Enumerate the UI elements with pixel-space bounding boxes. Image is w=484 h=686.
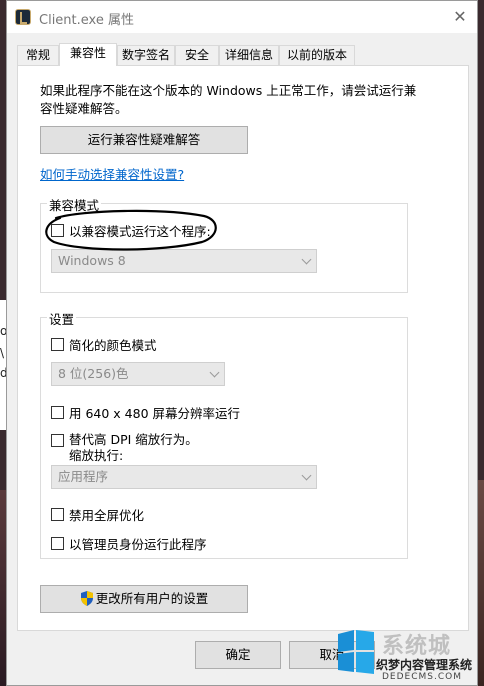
site-watermark: 系统城 织梦内容管理系统 DEDECMS.COM <box>334 626 484 686</box>
tab-previous-versions[interactable]: 以前的版本 <box>279 45 355 65</box>
tab-compatibility[interactable]: 兼容性 <box>59 43 117 66</box>
chevron-down-icon <box>301 470 312 481</box>
settings-group-label: 设置 <box>47 309 77 328</box>
reduced-color-checkbox[interactable] <box>51 338 64 351</box>
watermark-line2: 织梦内容管理系统 <box>376 658 473 672</box>
dpi-scaling-select[interactable]: 应用程序 <box>51 465 317 489</box>
window-title: Client.exe 属性 <box>39 13 134 28</box>
app-icon <box>15 9 31 25</box>
disable-fullscreen-checkbox[interactable] <box>51 508 64 521</box>
tab-general[interactable]: 常规 <box>17 45 59 65</box>
watermark-logo-icon <box>338 630 374 674</box>
compatibility-panel: 如果此程序不能在这个版本的 Windows 上正常工作，请尝试运行兼容性疑难解答… <box>17 65 469 631</box>
background-text-fragment: \ <box>0 346 5 360</box>
uac-shield-icon <box>80 591 93 606</box>
annotation-circle <box>45 209 217 251</box>
ok-button[interactable]: 确定 <box>195 641 281 669</box>
tab-digital-signatures[interactable]: 数字签名 <box>117 45 175 65</box>
dpi-override-sub-label: 缩放执行: <box>69 448 124 463</box>
title-bar[interactable]: Client.exe 属性 ✕ <box>7 1 477 33</box>
properties-dialog: Client.exe 属性 ✕ 常规 兼容性 数字签名 安全 详细信息 以前的版… <box>6 0 478 686</box>
run-as-admin-label[interactable]: 以管理员身份运行此程序 <box>69 534 207 553</box>
res-640-label[interactable]: 用 640 x 480 屏幕分辨率运行 <box>69 403 240 422</box>
color-depth-select[interactable]: 8 位(256)色 <box>51 362 225 386</box>
chevron-down-icon <box>209 367 220 378</box>
reduced-color-label[interactable]: 简化的颜色模式 <box>69 335 157 354</box>
change-all-users-label: 更改所有用户的设置 <box>95 591 209 606</box>
settings-group: 设置 简化的颜色模式 8 位(256)色 用 640 x 480 屏幕分辨率运行… <box>40 309 408 559</box>
run-as-admin-checkbox[interactable] <box>51 537 64 550</box>
manual-settings-link[interactable]: 如何手动选择兼容性设置? <box>40 164 184 183</box>
tab-security[interactable]: 安全 <box>175 45 219 65</box>
dpi-override-checkbox[interactable] <box>51 434 64 447</box>
run-troubleshooter-button[interactable]: 运行兼容性疑难解答 <box>40 126 248 154</box>
res-640-checkbox[interactable] <box>51 406 64 419</box>
intro-text: 如果此程序不能在这个版本的 Windows 上正常工作，请尝试运行兼容性疑难解答… <box>40 83 417 116</box>
color-depth-value: 8 位(256)色 <box>58 366 129 381</box>
tab-details[interactable]: 详细信息 <box>219 45 279 65</box>
chevron-down-icon <box>301 254 312 265</box>
watermark-line3: DEDECMS.COM <box>382 672 462 682</box>
disable-fullscreen-label[interactable]: 禁用全屏优化 <box>69 505 144 524</box>
close-button[interactable]: ✕ <box>447 5 473 29</box>
change-all-users-button[interactable]: 更改所有用户的设置 <box>40 585 248 613</box>
dpi-scaling-value: 应用程序 <box>58 469 109 484</box>
